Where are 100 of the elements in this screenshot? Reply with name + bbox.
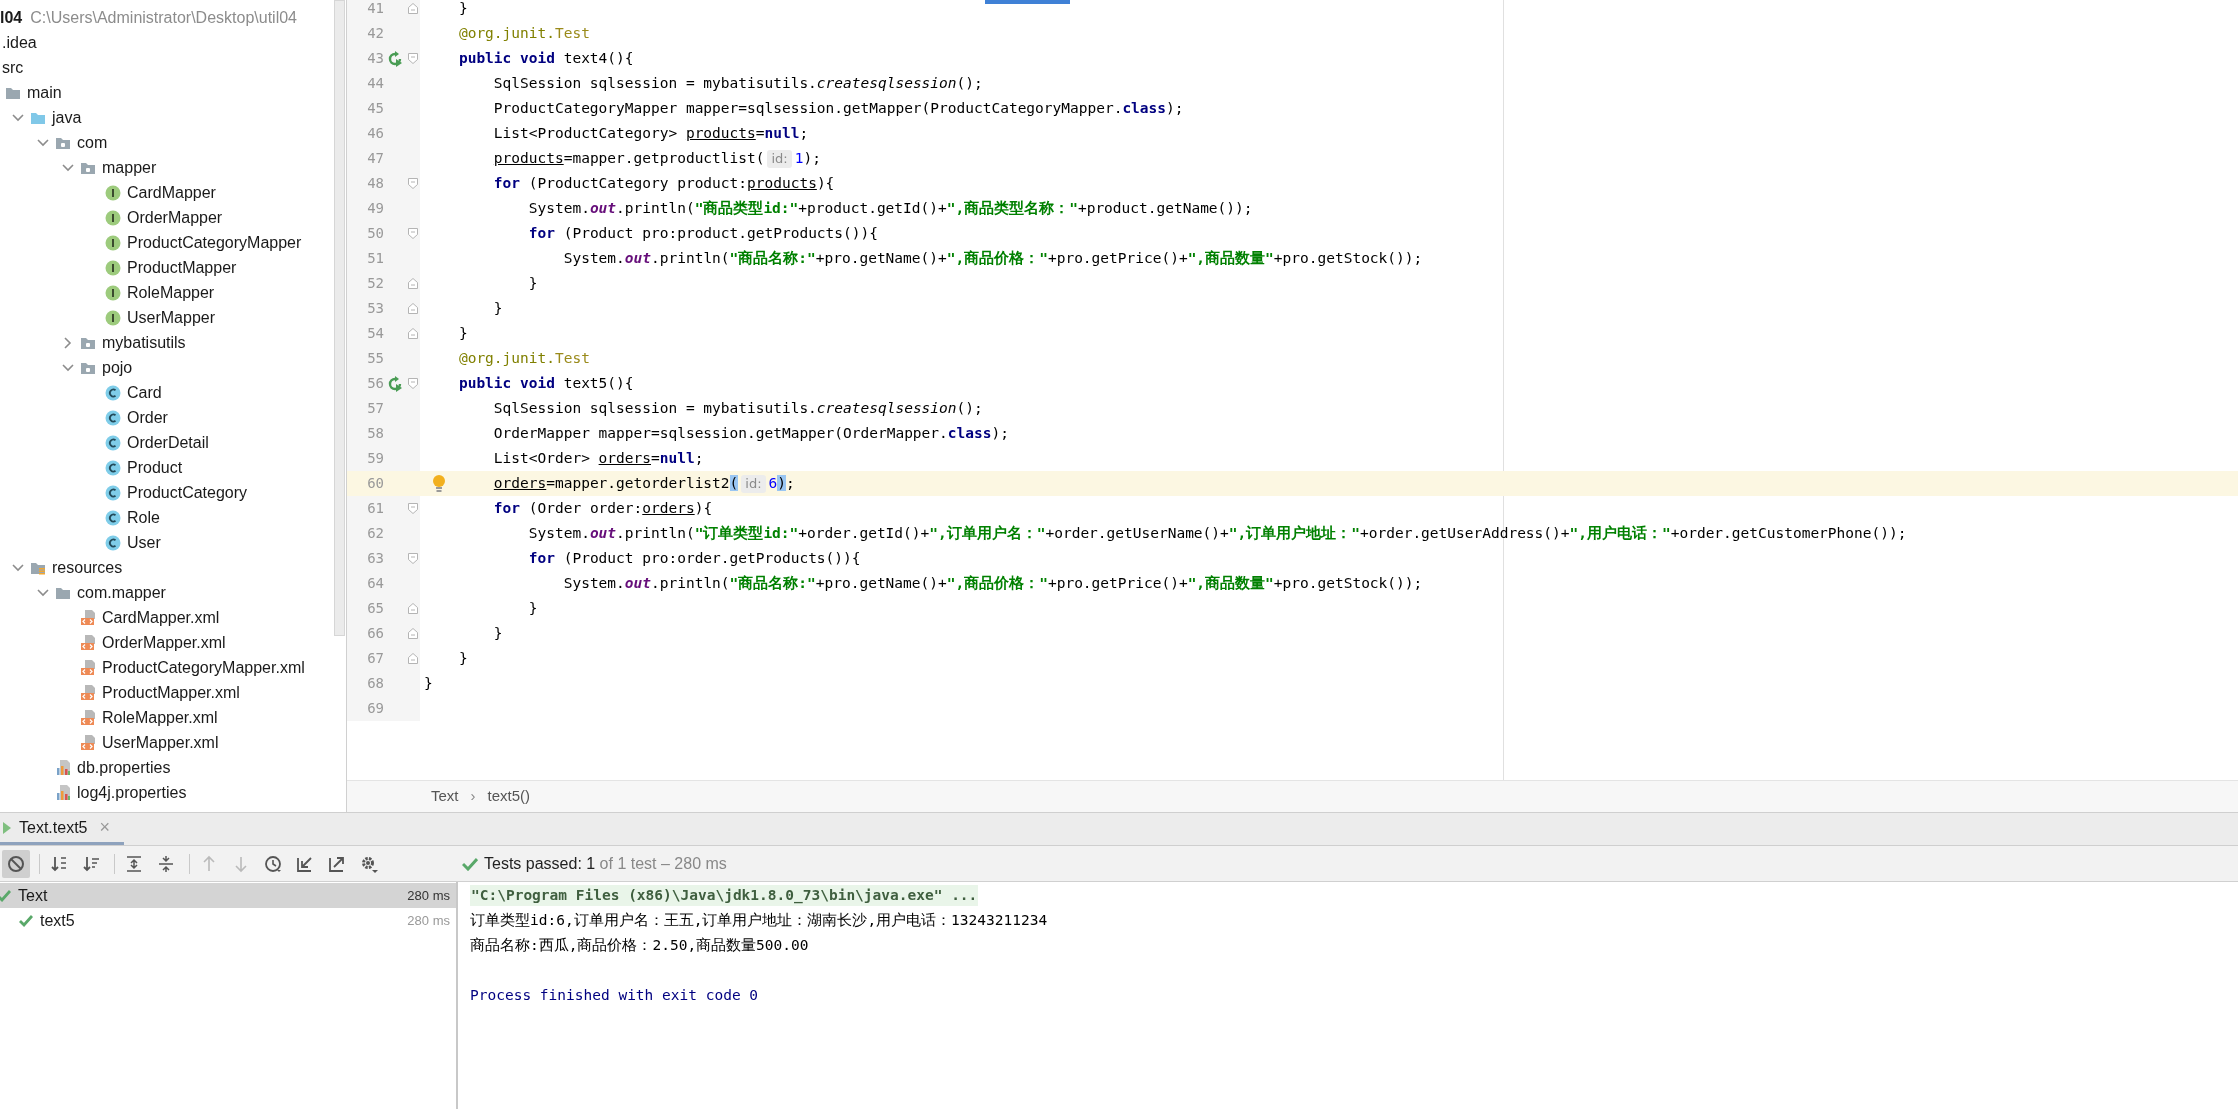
test-duration: 280 ms — [407, 911, 451, 930]
chevron-down-icon[interactable] — [11, 113, 24, 122]
test-name[interactable]: Text — [18, 883, 48, 908]
lightbulb-icon[interactable] — [432, 475, 446, 493]
code-line: for (ProductCategory product:products){ — [493, 173, 835, 193]
tree-item[interactable]: UserMapper.xml — [102, 730, 219, 755]
fold-icon[interactable] — [408, 603, 418, 614]
run-icon[interactable] — [387, 50, 403, 67]
tree-item[interactable]: OrderMapper.xml — [102, 630, 226, 655]
fold-icon[interactable] — [408, 503, 418, 514]
chevron-down-icon[interactable] — [11, 563, 24, 572]
tree-item[interactable]: Product — [127, 455, 183, 480]
tree-item[interactable]: CardMapper.xml — [102, 605, 220, 630]
tree-item[interactable]: ProductCategory — [127, 480, 248, 505]
tree-item[interactable]: ProductCategoryMapper.xml — [102, 655, 305, 680]
chevron-down-icon[interactable] — [61, 163, 74, 172]
properties-file-icon — [55, 784, 72, 801]
code-line: } — [493, 298, 503, 318]
code-line: } — [458, 648, 468, 668]
chevron-right-icon[interactable] — [63, 336, 72, 349]
tree-item[interactable]: OrderMapper — [127, 205, 223, 230]
code-editor[interactable] — [347, 0, 2238, 780]
tree-item[interactable]: mybatisutils — [102, 330, 186, 355]
class-icon — [105, 509, 121, 526]
tree-item[interactable]: OrderDetail — [127, 430, 209, 455]
line-number: 63 — [366, 549, 384, 568]
tree-item[interactable]: Order — [127, 405, 168, 430]
tree-item[interactable]: ProductCategoryMapper — [127, 230, 302, 255]
fold-icon[interactable] — [408, 328, 418, 339]
tree-item[interactable]: CardMapper — [127, 180, 216, 205]
test-name[interactable]: text5 — [40, 908, 75, 933]
chevron-down-icon[interactable] — [36, 138, 49, 147]
interface-icon — [105, 184, 121, 201]
test-status: Tests passed: 1 of 1 test – 280 ms — [484, 853, 727, 874]
tree-item[interactable]: RoleMapper.xml — [102, 705, 218, 730]
test-row[interactable]: text5 280 ms — [0, 908, 456, 933]
tree-item[interactable]: User — [127, 530, 161, 555]
fold-icon[interactable] — [408, 553, 418, 564]
fold-icon[interactable] — [408, 378, 418, 389]
fold-icon[interactable] — [408, 53, 418, 64]
tree-item[interactable]: ProductMapper — [127, 255, 237, 280]
tree-item[interactable]: Card — [127, 380, 162, 405]
breadcrumb-item[interactable]: Text — [431, 785, 459, 808]
tree-item[interactable]: RoleMapper — [127, 280, 215, 305]
tree-item[interactable]: resources — [52, 555, 123, 580]
tree-item[interactable]: src — [2, 55, 24, 80]
filter-button[interactable] — [2, 849, 30, 878]
run-icon[interactable] — [387, 375, 403, 392]
xml-file-icon — [80, 609, 97, 626]
code-line: } — [458, 323, 468, 343]
code-line: public void text4(){ — [458, 48, 634, 68]
console-output: 商品名称:西瓜,商品价格：2.50,商品数量500.00 — [470, 935, 809, 955]
code-line: for (Product pro:order.getProducts()){ — [528, 548, 861, 568]
folder-icon — [30, 110, 46, 125]
line-number: 64 — [366, 574, 384, 593]
class-icon — [105, 459, 121, 476]
code-line: orders=mapper.getorderlist2( id: 6); — [493, 473, 795, 495]
tree-item[interactable]: mapper — [102, 155, 157, 180]
code-line: for (Order order:orders){ — [493, 498, 713, 518]
tree-item[interactable]: .idea — [2, 30, 37, 55]
tree-item[interactable]: pojo — [102, 355, 133, 380]
code-line: List<ProductCategory> products=null; — [493, 123, 809, 143]
line-number: 54 — [366, 324, 384, 343]
line-number: 43 — [366, 49, 384, 68]
tree-item[interactable]: ProductMapper.xml — [102, 680, 240, 705]
tree-item[interactable]: Role — [127, 505, 160, 530]
fold-icon[interactable] — [408, 178, 418, 189]
chevron-down-icon[interactable] — [61, 363, 74, 372]
tree-item[interactable]: com.mapper — [77, 580, 166, 605]
chevron-down-icon[interactable] — [36, 588, 49, 597]
tree-item[interactable]: com — [77, 130, 108, 155]
fold-icon[interactable] — [408, 228, 418, 239]
breadcrumb-item[interactable]: text5() — [487, 785, 531, 808]
console-output: 订单类型id:6,订单用户名：王五,订单用户地址：湖南长沙,用户电话：13243211234 — [470, 910, 1048, 930]
tree-item[interactable]: main — [27, 80, 62, 105]
fold-icon[interactable] — [408, 278, 418, 289]
project-name[interactable]: l04 — [0, 5, 23, 30]
fold-icon[interactable] — [408, 628, 418, 639]
folder-icon — [5, 85, 21, 100]
code-line: List<Order> orders=null; — [493, 448, 704, 468]
line-number: 55 — [366, 349, 384, 368]
folder-icon — [80, 160, 96, 175]
play-icon — [3, 821, 11, 834]
line-number: 52 — [366, 274, 384, 293]
fold-icon[interactable] — [408, 653, 418, 664]
tree-item[interactable]: UserMapper — [127, 305, 216, 330]
code-line: System.out.println("商品名称:"+pro.getName()+",商品价格："+pro.getPrice()+",商品数量"+pro.getStock()); — [563, 573, 1423, 593]
fold-icon[interactable] — [408, 3, 418, 14]
tree-item[interactable]: log4j.properties — [77, 780, 187, 805]
fold-icon[interactable] — [408, 303, 418, 314]
line-number: 53 — [366, 299, 384, 318]
interface-icon — [105, 209, 121, 226]
line-number: 42 — [366, 24, 384, 43]
test-row[interactable]: Text 280 ms — [0, 883, 456, 908]
scrollbar[interactable] — [334, 0, 345, 636]
code-line: public void text5(){ — [458, 373, 634, 393]
tree-item[interactable]: db.properties — [77, 755, 171, 780]
tree-item[interactable]: java — [52, 105, 82, 130]
class-icon — [105, 409, 121, 426]
code-line: @org.junit.Test — [458, 348, 590, 368]
